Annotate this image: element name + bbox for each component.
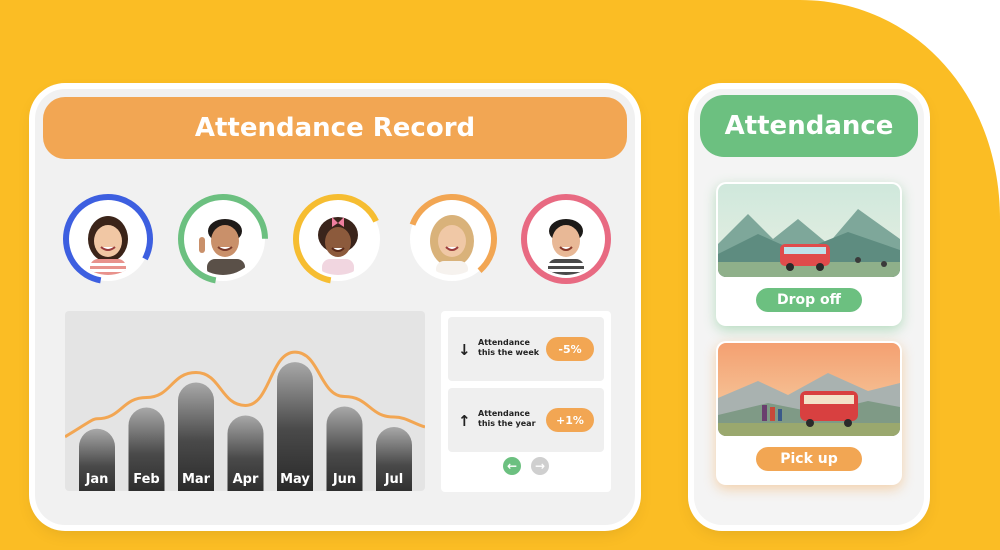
- chart-svg: Jan Feb Mar Apr May Jun Jul: [65, 350, 425, 491]
- child-photo: [416, 203, 488, 275]
- arrow-up-icon: ↑: [458, 412, 471, 430]
- attendance-stats-panel: ↓ Attendance this the week -5% ↑ Attenda…: [441, 311, 611, 492]
- attendance-phone-card: Attendance Drop off Pick up: [694, 89, 924, 525]
- phone-title: Attendance: [724, 111, 894, 141]
- attendance-record-header: Attendance Record: [43, 97, 627, 159]
- tick-label: Mar: [182, 472, 211, 487]
- dropoff-bus-illustration: [718, 184, 900, 277]
- child-photo: [530, 203, 602, 275]
- stat-label: Attendance this the year: [478, 409, 536, 428]
- student-avatar-5[interactable]: [519, 192, 613, 286]
- arrow-right-icon: →: [534, 459, 546, 473]
- student-avatar-2[interactable]: [176, 192, 270, 286]
- tick-label: Apr: [233, 472, 259, 487]
- pickup-bus-illustration: [718, 343, 900, 436]
- stat-label: Attendance this the week: [478, 338, 540, 357]
- tick-label: Jun: [332, 472, 356, 487]
- tick-label: Feb: [133, 472, 159, 487]
- student-avatar-3[interactable]: [291, 192, 385, 286]
- phone-header: Attendance: [700, 95, 918, 157]
- child-photo: [187, 203, 259, 275]
- tick-label: Jan: [85, 472, 109, 487]
- arrow-down-icon: ↓: [458, 341, 471, 359]
- tick-label: May: [280, 472, 310, 487]
- dropoff-button[interactable]: Drop off: [756, 288, 862, 312]
- stat-value-badge: -5%: [546, 337, 594, 361]
- child-photo: [72, 203, 144, 275]
- stat-row-week: ↓ Attendance this the week -5%: [448, 317, 604, 381]
- dropoff-card: Drop off: [716, 182, 902, 326]
- pickup-button[interactable]: Pick up: [756, 447, 862, 471]
- stat-row-year: ↑ Attendance this the year +1%: [448, 388, 604, 452]
- child-photo: [302, 203, 374, 275]
- student-avatar-1[interactable]: [61, 192, 155, 286]
- stat-value-badge: +1%: [546, 408, 594, 432]
- prev-button[interactable]: ←: [503, 457, 521, 475]
- tick-label: Jul: [384, 472, 404, 487]
- next-button[interactable]: →: [531, 457, 549, 475]
- page-title: Attendance Record: [194, 113, 476, 143]
- student-avatar-4[interactable]: [405, 192, 499, 286]
- monthly-attendance-chart: Jan Feb Mar Apr May Jun Jul: [65, 311, 425, 491]
- attendance-record-card: Attendance Record Jan Feb Mar Apr May Ju…: [35, 89, 635, 525]
- pickup-card: Pick up: [716, 341, 902, 485]
- arrow-left-icon: ←: [506, 459, 518, 473]
